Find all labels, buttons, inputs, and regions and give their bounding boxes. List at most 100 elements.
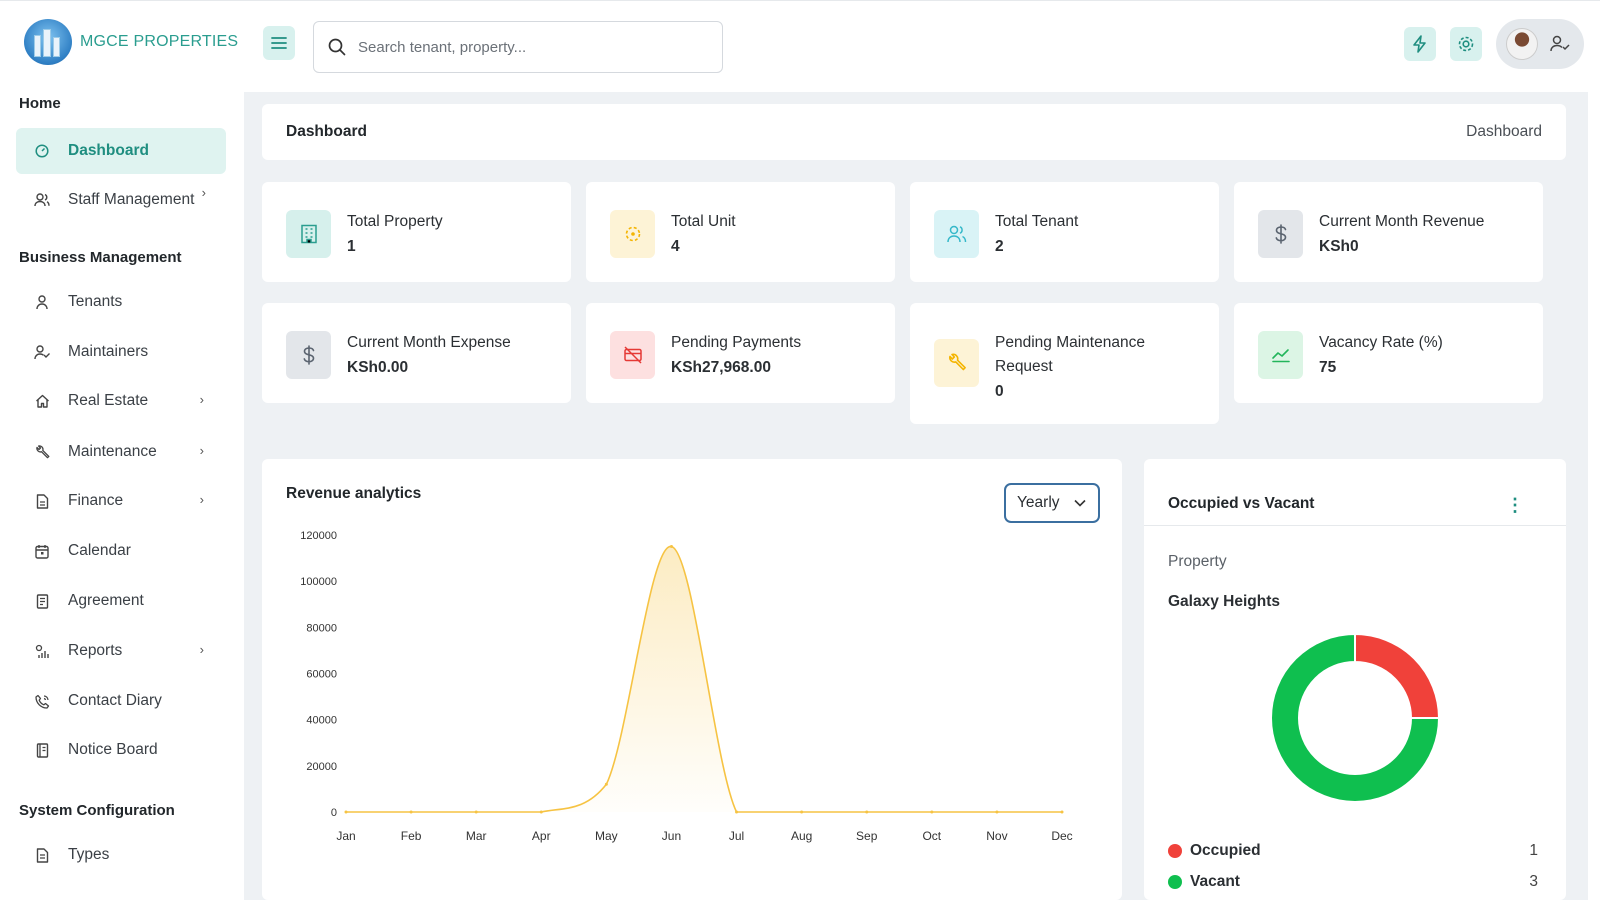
brand-name: MGCE PROPERTIES: [80, 33, 239, 50]
reports-icon: [34, 643, 50, 659]
x-tick-label: Sep: [856, 829, 878, 843]
stat-card-total-tenant[interactable]: Total Tenant 2: [910, 182, 1219, 282]
revenue-data-point[interactable]: [1060, 810, 1064, 814]
x-tick-label: Apr: [532, 829, 551, 843]
profile-menu[interactable]: [1496, 19, 1584, 69]
menu-toggle-button[interactable]: [263, 26, 295, 60]
occupancy-subtitle: Property: [1168, 553, 1227, 570]
sidebar-item-label: Finance: [68, 492, 124, 509]
revenue-data-point[interactable]: [604, 782, 608, 786]
revenue-data-point[interactable]: [474, 810, 478, 814]
sidebar-item-maintainers[interactable]: Maintainers: [16, 329, 226, 375]
gear-icon: [1458, 36, 1474, 52]
revenue-data-point[interactable]: [800, 810, 804, 814]
stat-card-vacancy-rate[interactable]: Vacancy Rate (%) 75: [1234, 303, 1543, 403]
x-tick-label: Mar: [466, 829, 487, 843]
sidebar-item-dashboard[interactable]: Dashboard: [16, 128, 226, 174]
sidebar-item-finance[interactable]: Finance ›: [16, 478, 226, 524]
sidebar-item-calendar[interactable]: Calendar: [16, 528, 226, 574]
period-select-value: Yearly: [1017, 494, 1060, 511]
legend-vacant[interactable]: Vacant 3: [1168, 870, 1538, 894]
brand[interactable]: MGCE PROPERTIES: [24, 19, 238, 65]
revenue-data-point[interactable]: [930, 810, 934, 814]
occupancy-property-name: Galaxy Heights: [1168, 593, 1280, 610]
settings-button[interactable]: [1450, 27, 1482, 61]
chevron-right-icon: ›: [201, 185, 206, 200]
revenue-data-point[interactable]: [669, 545, 673, 549]
x-tick-label: Dec: [1051, 829, 1072, 843]
sidebar-item-maintenance[interactable]: Maintenance ›: [16, 429, 226, 475]
building-icon: [286, 210, 331, 258]
dashboard-icon: [34, 143, 50, 159]
sidebar-item-types[interactable]: Types: [16, 832, 226, 878]
revenue-data-point[interactable]: [995, 810, 999, 814]
period-select[interactable]: Yearly: [1004, 483, 1100, 523]
donut-slice-occupied[interactable]: [1354, 632, 1441, 719]
sidebar-item-staff-management[interactable]: Staff Management ›: [16, 177, 226, 223]
revenue-data-point[interactable]: [735, 810, 739, 814]
stat-label: Pending Payments: [671, 334, 802, 351]
sidebar-item-real-estate[interactable]: Real Estate ›: [16, 378, 226, 424]
stat-value: 75: [1319, 359, 1337, 376]
trend-icon: [1258, 331, 1303, 379]
legend-count: 3: [1529, 873, 1538, 890]
revenue-chart-title: Revenue analytics: [286, 485, 422, 502]
revenue-area-fill: [346, 546, 1062, 812]
sidebar-item-reports[interactable]: Reports ›: [16, 628, 226, 674]
stat-card-current-month-expense[interactable]: Current Month Expense KSh0.00: [262, 303, 571, 403]
sidebar-item-label: Contact Diary: [68, 692, 162, 709]
revenue-data-point[interactable]: [344, 810, 348, 814]
stat-card-pending-maintenance[interactable]: Pending Maintenance Request 0: [910, 303, 1219, 424]
stat-card-current-month-revenue[interactable]: Current Month Revenue KSh0: [1234, 182, 1543, 282]
stat-card-total-unit[interactable]: Total Unit 4: [586, 182, 895, 282]
occupancy-title: Occupied vs Vacant: [1168, 495, 1315, 512]
x-tick-label: Aug: [791, 829, 812, 843]
stat-label: Total Unit: [671, 213, 736, 230]
page-title: Dashboard: [286, 123, 367, 140]
search-box[interactable]: [313, 21, 723, 73]
chevron-right-icon: ›: [199, 443, 204, 458]
sidebar-item-label: Maintainers: [68, 343, 149, 360]
sidebar-item-label: Notice Board: [68, 741, 158, 758]
file-icon: [34, 493, 50, 509]
revenue-data-point[interactable]: [865, 810, 869, 814]
legend-label: Vacant: [1190, 873, 1240, 890]
no-card-icon: [610, 331, 655, 379]
quick-actions-button[interactable]: [1404, 27, 1436, 61]
top-bar: MGCE PROPERTIES: [0, 0, 1600, 92]
revenue-data-point[interactable]: [409, 810, 413, 814]
legend-label: Occupied: [1190, 842, 1261, 859]
stat-label: Pending Maintenance Request: [995, 334, 1145, 375]
sidebar-item-label: Maintenance: [68, 443, 157, 460]
sidebar-item-notice-board[interactable]: Notice Board: [16, 727, 226, 773]
sidebar-section-system-configuration: System Configuration: [19, 802, 175, 819]
stat-card-total-property[interactable]: Total Property 1: [262, 182, 571, 282]
legend-occupied[interactable]: Occupied 1: [1168, 839, 1538, 863]
agreement-icon: [34, 593, 50, 609]
stat-value: KSh0: [1319, 238, 1359, 255]
calendar-icon: [34, 543, 50, 559]
chevron-right-icon: ›: [199, 392, 204, 407]
tenants-icon: [934, 210, 979, 258]
occupancy-card: Occupied vs Vacant ⋮ Property Galaxy Hei…: [1144, 459, 1566, 900]
sidebar-item-agreement[interactable]: Agreement: [16, 578, 226, 624]
sidebar-item-label: Agreement: [68, 592, 144, 609]
y-tick-label: 60000: [306, 669, 337, 681]
search-input[interactable]: [358, 38, 688, 56]
x-tick-label: Oct: [922, 829, 941, 843]
types-icon: [34, 847, 50, 863]
more-options-icon[interactable]: ⋮: [1506, 495, 1524, 516]
stat-card-pending-payments[interactable]: Pending Payments KSh27,968.00: [586, 303, 895, 403]
sidebar-item-tenants[interactable]: Tenants: [16, 279, 226, 325]
wrench-icon: [34, 444, 50, 460]
breadcrumb-current: Dashboard: [1466, 123, 1542, 140]
y-tick-label: 80000: [306, 622, 337, 634]
search-icon: [328, 38, 346, 56]
sidebar-item-label: Real Estate: [68, 392, 149, 409]
stat-label: Vacancy Rate (%): [1319, 334, 1443, 351]
sidebar-item-label: Tenants: [68, 293, 123, 310]
stat-label: Total Property: [347, 213, 443, 230]
sidebar-item-contact-diary[interactable]: Contact Diary: [16, 678, 226, 724]
legend-dot: [1168, 844, 1182, 858]
revenue-data-point[interactable]: [539, 810, 543, 814]
